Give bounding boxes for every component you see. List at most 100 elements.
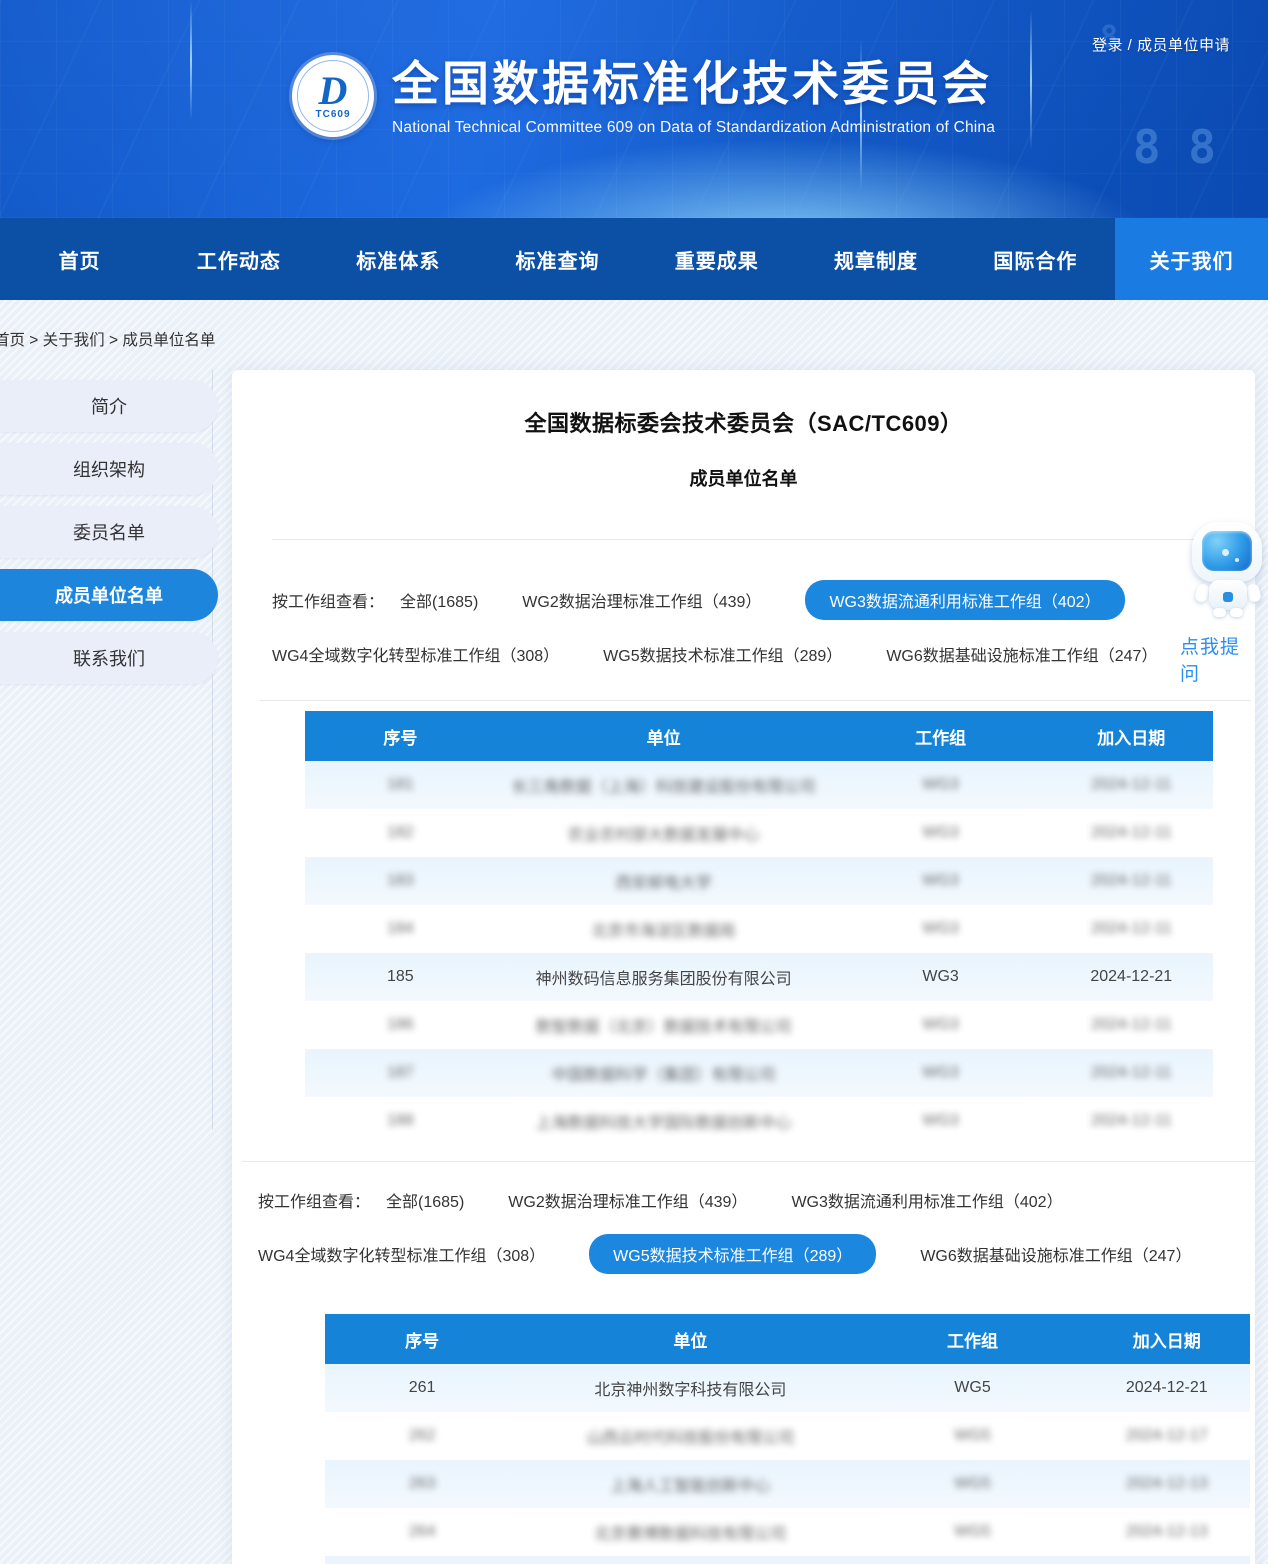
filter-group-label: 按工作组查看： xyxy=(272,588,384,612)
divider xyxy=(272,539,1251,540)
page-title: 全国数据标委会技术委员会（SAC/TC609） xyxy=(232,406,1255,438)
table-cell: WG3 xyxy=(832,1001,1050,1049)
login-apply-link[interactable]: 登录 / 成员单位申请 xyxy=(1092,34,1230,55)
cell-text: WG3 xyxy=(922,968,958,985)
column-header: 加入日期 xyxy=(1050,711,1213,761)
table-cell: 185 xyxy=(305,953,496,1001)
sidebar-item-联系我们[interactable]: 联系我们 xyxy=(0,632,218,684)
table-cell: WG5 xyxy=(862,1364,1084,1412)
cell-text: WG3 xyxy=(922,824,958,842)
robot-head xyxy=(1192,522,1262,582)
table-cell: 西安邮电大学 xyxy=(496,857,832,905)
table-cell: 181 xyxy=(305,761,496,809)
robot-sparkle xyxy=(1222,549,1229,556)
table-cell: WG3 xyxy=(832,809,1050,857)
cell-text: 2024-12-13 xyxy=(1126,1475,1208,1493)
member-table-1: 序号单位工作组加入日期181长三角数据（上海）科技建设股份有限公司WG32024… xyxy=(232,711,1255,1145)
table-cell: 农业农村部大数据发展中心 xyxy=(496,809,832,857)
table-cell: 2024-12-11 xyxy=(1050,1049,1213,1097)
table-row: 182 农业农村部大数据发展中心 WG3 2024-12-11 xyxy=(305,809,1213,857)
table-header-row: 序号单位工作组加入日期 xyxy=(305,711,1213,761)
assistant-robot-icon[interactable] xyxy=(1188,522,1268,618)
table-cell: 2024-12-11 xyxy=(1050,905,1213,953)
table-row: 262山西云时代科技股份有限公司WG52024-12-17 xyxy=(325,1412,1250,1460)
table-cell: 山西云时代科技股份有限公司 xyxy=(519,1412,861,1460)
sidebar-item-简介[interactable]: 简介 xyxy=(0,380,218,432)
table-cell: 182 xyxy=(305,809,496,857)
filter-section-2: 按工作组查看： 全部(1685) WG2数据治理标准工作组（439） WG3数据流通利… xyxy=(258,1180,1255,1274)
sidebar-item-组织架构[interactable]: 组织架构 xyxy=(0,443,218,495)
nav-item-规章制度[interactable]: 规章制度 xyxy=(796,218,955,300)
filter-option[interactable]: WG4全域数字化转型标准工作组（308） xyxy=(258,1234,545,1274)
logo-ring xyxy=(297,60,369,132)
nav-item-首页[interactable]: 首页 xyxy=(0,218,159,300)
cell-text: 2024-12-17 xyxy=(1126,1427,1208,1445)
nav-item-标准查询[interactable]: 标准查询 xyxy=(478,218,637,300)
cell-text: 2024-12-13 xyxy=(1126,1523,1208,1541)
cell-text: 186 xyxy=(387,1016,414,1034)
cell-text: WG5 xyxy=(954,1475,990,1493)
nav-item-国际合作[interactable]: 国际合作 xyxy=(956,218,1115,300)
column-header: 单位 xyxy=(519,1314,861,1364)
filter-option[interactable]: WG3数据流通利用标准工作组（402） xyxy=(805,580,1124,620)
cell-text: 2024-12-21 xyxy=(1126,1379,1208,1396)
cell-text: 188 xyxy=(387,1112,414,1130)
table-cell: 神州数码信息服务集团股份有限公司 xyxy=(496,953,832,1001)
ask-me-link[interactable]: 点我提问 xyxy=(1180,632,1255,686)
table-cell: 2024-12-11 xyxy=(1050,761,1213,809)
table-row: 264北京赛博数据科技有限公司WG52024-12-13 xyxy=(325,1508,1250,1556)
table-cell: 2024-12-11 xyxy=(1050,809,1213,857)
site-subtitle-en: National Technical Committee 609 on Data… xyxy=(392,119,995,137)
cell-text: 农业农村部大数据发展中心 xyxy=(568,821,760,845)
table-cell: 2024-12-21 xyxy=(1084,1556,1251,1564)
filter-option[interactable]: WG6数据基础设施标准工作组（247） xyxy=(886,634,1157,674)
site-banner: 8 8 8 登录 / 成员单位申请 D TC609 全国数据标准化技术委员会 N… xyxy=(0,0,1268,218)
filter-option[interactable]: WG5数据技术标准工作组（289） xyxy=(589,1234,876,1274)
filter-option[interactable]: 全部(1685) xyxy=(386,1180,464,1220)
table-cell: 2024-12-21 xyxy=(1050,953,1213,1001)
nav-item-工作动态[interactable]: 工作动态 xyxy=(159,218,318,300)
nav-item-标准体系[interactable]: 标准体系 xyxy=(319,218,478,300)
filter-line-1: 按工作组查看： 全部(1685) WG2数据治理标准工作组（439） WG3数据流通利… xyxy=(258,1180,1255,1220)
table-row: 186 数智数据（北京）数据技术有限公司 WG3 2024-12-11 xyxy=(305,1001,1213,1049)
cell-text: 北京神州数字科技有限公司 xyxy=(594,1382,786,1399)
table-cell: 263 xyxy=(325,1460,519,1508)
table-cell: WG3 xyxy=(832,761,1050,809)
table-cell: 北京市海淀区数据局 xyxy=(496,905,832,953)
cell-text: 数智数据（北京）数据技术有限公司 xyxy=(536,1013,792,1037)
table-row: 184北京市海淀区数据局WG32024-12-11 xyxy=(305,905,1213,953)
table-cell: 264 xyxy=(325,1508,519,1556)
nav-item-关于我们[interactable]: 关于我们 xyxy=(1115,218,1268,300)
table-cell: 2024-12-17 xyxy=(1084,1412,1251,1460)
cell-text: 西安邮电大学 xyxy=(616,869,712,893)
cell-text: 261 xyxy=(409,1379,436,1396)
table-cell: 2024-12-11 xyxy=(1050,857,1213,905)
robot-sparkle xyxy=(1235,558,1239,562)
cell-text: 2024-12-11 xyxy=(1091,1016,1172,1034)
filter-option[interactable]: WG4全域数字化转型标准工作组（308） xyxy=(272,634,559,674)
filter-option[interactable]: 全部(1685) xyxy=(400,580,478,620)
nav-item-重要成果[interactable]: 重要成果 xyxy=(637,218,796,300)
table-cell: 186 xyxy=(305,1001,496,1049)
divider xyxy=(260,700,1251,701)
table-cell: 中国数据科学（集团）有限公司 xyxy=(496,1049,832,1097)
divider xyxy=(242,1161,1255,1162)
cell-text: WG5 xyxy=(954,1523,990,1541)
filter-option[interactable]: WG5数据技术标准工作组（289） xyxy=(603,634,842,674)
filter-option[interactable]: WG3数据流通利用标准工作组（402） xyxy=(791,1180,1062,1220)
table-row: 265数据智联科技有限公司WG52024-12-21 xyxy=(325,1556,1250,1564)
filter-option[interactable]: WG2数据治理标准工作组（439） xyxy=(508,1180,747,1220)
filter-option[interactable]: WG6数据基础设施标准工作组（247） xyxy=(920,1234,1191,1274)
column-header: 单位 xyxy=(496,711,832,761)
breadcrumb[interactable]: 首页 > 关于我们 > 成员单位名单 xyxy=(0,300,1268,370)
column-header: 加入日期 xyxy=(1084,1314,1251,1364)
sidebar-item-成员单位名单[interactable]: 成员单位名单 xyxy=(0,569,218,621)
table-row: 185神州数码信息服务集团股份有限公司 WG3 2024-12-21 xyxy=(305,953,1213,1001)
page: 8 8 8 登录 / 成员单位申请 D TC609 全国数据标准化技术委员会 N… xyxy=(0,0,1268,1564)
sidebar-item-委员名单[interactable]: 委员名单 xyxy=(0,506,218,558)
table-cell: 2024-12-11 xyxy=(1050,1001,1213,1049)
filter-section-1: 按工作组查看： 全部(1685) WG2数据治理标准工作组（439） WG3数据流通利… xyxy=(272,580,1255,674)
table-row: 261 北京神州数字科技有限公司 WG5 2024-12-21 xyxy=(325,1364,1250,1412)
filter-option[interactable]: WG2数据治理标准工作组（439） xyxy=(522,580,761,620)
filter-group-label: 按工作组查看： xyxy=(258,1188,370,1212)
